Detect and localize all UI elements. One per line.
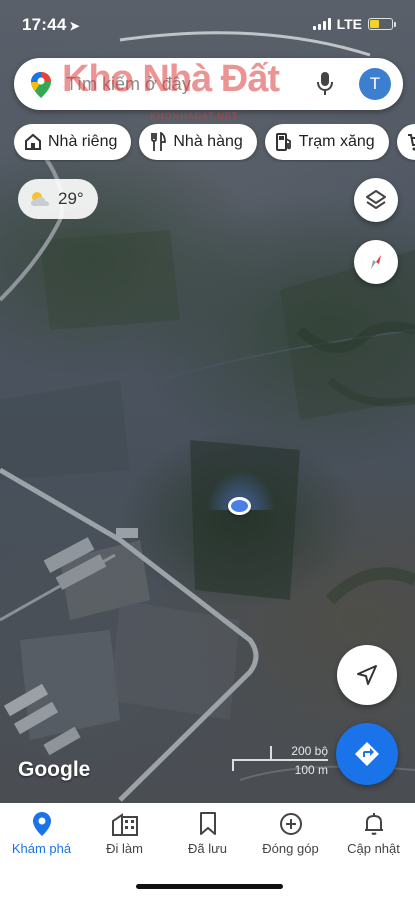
status-time: 17:44 ➤ (22, 15, 80, 34)
my-location-button[interactable] (337, 645, 397, 705)
status-bar: 17:44 ➤ LTE (0, 0, 415, 50)
battery-icon (368, 18, 396, 30)
search-bar[interactable]: Tìm kiếm ở đây T (14, 58, 403, 110)
add-circle-icon (279, 813, 302, 835)
commute-icon (111, 813, 138, 836)
location-arrow-icon: ➤ (69, 19, 80, 33)
navigation-arrow-icon (357, 665, 377, 685)
bell-icon (364, 813, 383, 835)
google-maps-pin-icon (31, 72, 51, 98)
bookmark-icon (199, 812, 216, 835)
tab-label: Khám phá (11, 841, 72, 856)
directions-button[interactable] (336, 723, 398, 785)
compass-icon (371, 255, 381, 269)
chip-home[interactable]: Nhà riêng (14, 124, 132, 160)
network-type: LTE (336, 16, 362, 32)
google-attribution: Google (18, 758, 91, 781)
chip-restaurants[interactable]: Nhà hàng (139, 124, 257, 160)
my-location-dot[interactable] (228, 497, 251, 515)
explore-pin-icon (32, 812, 51, 836)
scale-metric: 100 m (294, 763, 328, 777)
tab-label: Đi làm (106, 841, 143, 856)
home-indicator (136, 884, 283, 889)
tab-saved[interactable]: Đã lưu (166, 811, 249, 856)
tab-explore[interactable]: Khám phá (0, 811, 83, 856)
scale-line (232, 759, 328, 761)
tab-label: Đóng góp (262, 841, 319, 856)
category-chips: Nhà riêng Nhà hàng Trạm xăng (14, 124, 415, 162)
weather-temperature: 29° (58, 189, 84, 208)
microphone-icon[interactable] (317, 71, 333, 97)
chip-gas-stations[interactable]: Trạm xăng (264, 124, 389, 160)
tab-updates[interactable]: Cập nhật (332, 811, 415, 856)
chip-shopping[interactable] (396, 124, 415, 160)
chip-label: Trạm xăng (298, 133, 375, 150)
layers-button[interactable] (354, 178, 398, 222)
search-input[interactable]: Tìm kiếm ở đây (66, 74, 191, 95)
chip-label: Nhà hàng (173, 133, 243, 150)
account-avatar[interactable]: T (359, 68, 391, 100)
tab-commute[interactable]: Đi làm (83, 811, 166, 856)
compass-button[interactable] (354, 240, 398, 284)
weather-badge[interactable]: 29° (18, 179, 98, 219)
gas-station-icon (275, 133, 291, 151)
directions-icon (355, 742, 379, 766)
tab-contribute[interactable]: Đóng góp (249, 811, 332, 856)
scale-imperial: 200 bộ (291, 744, 328, 758)
chip-label: Nhà riêng (48, 133, 118, 150)
scale-tick (270, 746, 272, 760)
scale-tick (232, 759, 234, 771)
status-indicators: LTE (312, 16, 396, 32)
map-scale: 200 bộ 100 m (232, 744, 332, 777)
shopping-cart-icon (407, 134, 415, 151)
layers-icon (366, 190, 386, 209)
home-icon (25, 133, 41, 150)
tab-label: Đã lưu (187, 841, 228, 856)
cell-signal-icon (312, 18, 331, 30)
restaurant-icon (151, 132, 167, 151)
partly-cloudy-icon (31, 192, 49, 206)
tab-label: Cập nhật (347, 841, 400, 856)
